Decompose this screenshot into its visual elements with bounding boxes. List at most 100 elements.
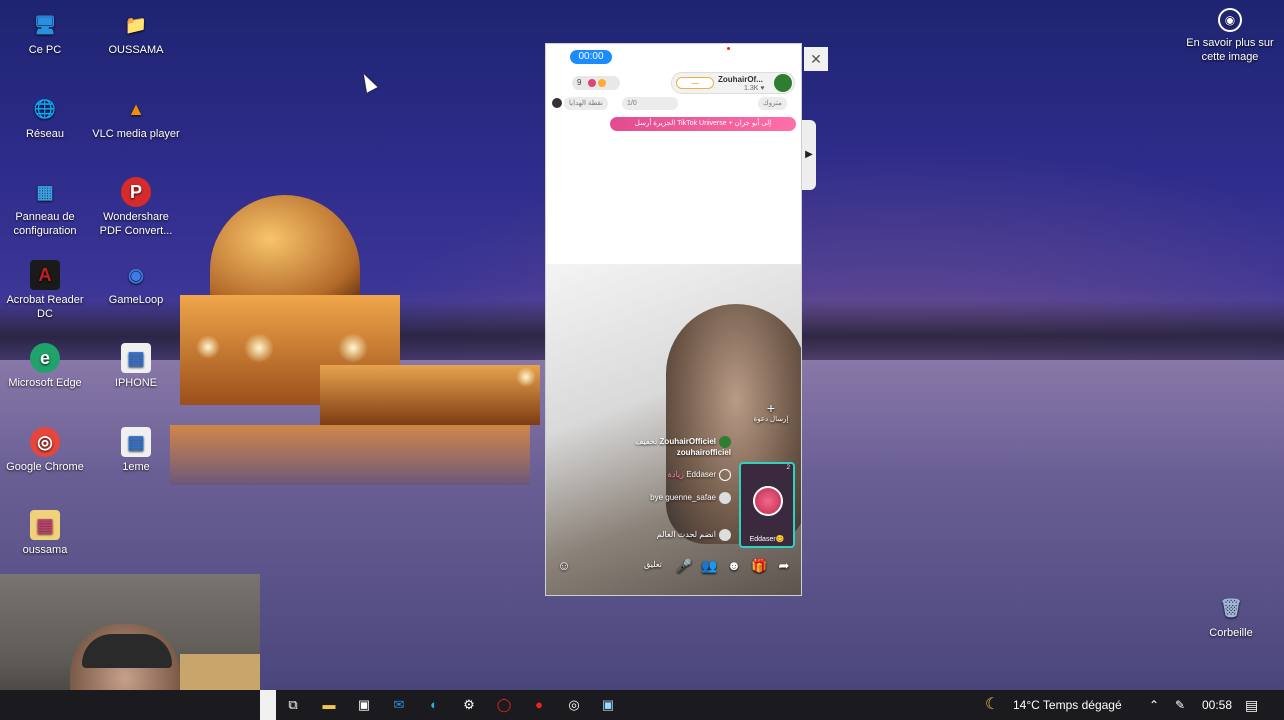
desktop-icon-1eme-file[interactable]: ▤ 1eme [91,427,181,474]
desktop-icon-label: Acrobat Reader DC [6,294,84,320]
desktop-icon-oussama-file[interactable]: ▤ oussama [0,510,90,557]
gift-banner[interactable]: الجزيرة أرسل TikTok Universe + إلى أبو ج… [610,117,796,131]
heart-icon [719,469,731,481]
opera-icon[interactable]: ● [529,695,549,715]
folder-icon: 📁 [124,15,148,35]
guest-avatar [753,486,783,516]
gift-points-row: نقطة الهدايا 1/0 متروك [552,97,797,111]
gift-points-pill[interactable]: نقطة الهدايا [564,97,608,110]
task-view-icon[interactable]: ⧉ [283,695,303,715]
desktop-icon-corbeille[interactable]: 🗑 Corbeille [1186,593,1276,640]
lamp-light [516,367,536,387]
desktop-icon-label: oussama [22,544,68,556]
desktop-icon-oussama-folder[interactable]: 📁 OUSSAMA [91,10,181,57]
clock-time[interactable]: 00:58 [1202,690,1232,720]
comment-text: زيادة [667,470,684,480]
desktop-icon-reseau[interactable]: 🌐 Réseau [0,94,90,141]
close-window-button[interactable]: ✕ [804,47,828,71]
desktop-icon-label: GameLoop [108,294,164,306]
goal-progress-pill[interactable]: 1/0 [622,97,678,110]
desktop-icon-label: Google Chrome [6,461,84,473]
desktop-icon-vlc[interactable]: ▲ VLC media player [91,94,181,141]
comment-username: Eddaser [686,470,716,480]
desktop-icon-panneau-configuration[interactable]: ▦ Panneau de configuration [0,177,90,238]
bing-image-label: En savoir plus sur cette image [1186,37,1274,63]
share-icon[interactable]: ➦ [776,558,792,574]
edge-icon: e [30,343,60,373]
desktop-icon-iphone-file[interactable]: ▤ IPHONE [91,343,181,390]
desktop-icon-google-chrome[interactable]: ◎ Google Chrome [0,427,90,474]
desktop-icon-ce-pc[interactable]: 🖥 Ce PC [0,10,90,57]
edge-taskbar-icon[interactable]: ◐ [424,695,444,715]
ranking-pill[interactable]: متروك [758,97,787,110]
live-bottom-bar: ☺ تعليق 🎤 👥 ☻ 🎁 ➦ [546,552,801,580]
viewer-avatar [587,78,596,87]
temple-reflection [170,425,530,485]
tiktok-live-window[interactable]: 00:00 9 — ZouhairOf... 1.3K ♥ نقطة الهدا… [545,43,802,596]
desktop-icon-wondershare-pdf[interactable]: P Wondershare PDF Convert... [91,177,181,238]
microphone-icon[interactable]: 🎤 [676,558,692,574]
chrome-icon: ◎ [30,427,60,457]
desktop-icon-label: VLC media player [92,128,180,140]
desktop-icon-label: Réseau [26,128,64,140]
recording-dot-icon [727,47,730,50]
taskbar: ⧉ ▬ ▣ ✉ ◐ ⚙ ◯ ● ◎ ▣ ☾ 14°C Temps dégagé … [0,690,1284,720]
follow-chip[interactable]: — [676,77,714,89]
multi-guest-icon[interactable]: 👥 [701,558,717,574]
chat-comment: تخفيف ZouhairOfficiel zouhairofficiel [635,436,731,457]
host-name: ZouhairOf... [718,75,763,84]
side-panel-toggle[interactable]: ▶ [802,120,816,190]
comment-text: تخفيف [635,437,658,447]
chevron-up-icon[interactable]: ⌃ [1149,690,1159,720]
tiktok-live-studio-icon[interactable]: ▣ [598,695,618,715]
desktop-icon-gameloop[interactable]: ◉ GameLoop [91,260,181,307]
obs-icon[interactable]: ◎ [564,695,584,715]
emoji-icon[interactable]: ☺ [556,558,572,574]
bing-image-info[interactable]: ◉ En savoir plus sur cette image [1180,8,1280,64]
effects-icon[interactable]: ☻ [726,558,742,574]
live-timer: 00:00 [570,50,612,64]
host-card[interactable]: — ZouhairOf... 1.3K ♥ [671,72,795,94]
weather-text[interactable]: 14°C Temps dégagé [1013,690,1122,720]
network-icon: 🌐 [33,99,57,119]
opera-gx-icon[interactable]: ◯ [494,695,514,715]
invite-button[interactable]: + إرسال دعوة [751,401,791,423]
invite-label: إرسال دعوة [753,416,789,423]
comment-input[interactable]: تعليق [644,560,662,569]
comment-text: bye [650,493,664,503]
taskbar-search-edge[interactable] [260,690,276,720]
desktop-icon-label: Ce PC [28,44,62,56]
chat-comment: زيادة Eddaser [668,469,731,481]
viewer-count[interactable]: 9 [572,76,620,90]
file-explorer-icon[interactable]: ▬ [319,695,339,715]
pen-icon[interactable]: ✎ [1175,690,1185,720]
viewer-count-value: 9 [577,78,582,87]
recycle-bin-icon: 🗑 [1219,598,1243,618]
camera-icon: ◉ [1218,8,1242,32]
guest-video-tile[interactable]: 2 Eddaser😊 [739,462,795,548]
outlook-icon[interactable]: ✉ [389,695,409,715]
store-icon[interactable]: ▣ [354,695,374,715]
document-icon: ▤ [121,343,151,373]
archive-icon: ▤ [30,510,60,540]
desktop-icon-microsoft-edge[interactable]: e Microsoft Edge [0,343,90,390]
comment-handle: zouhairofficiel [676,448,731,457]
desktop-icon-acrobat-reader[interactable]: A Acrobat Reader DC [0,260,90,321]
host-avatar[interactable] [774,74,792,92]
comment-avatar [719,492,731,504]
wallpaper-temple [160,195,540,485]
desktop-icon-label: Wondershare PDF Convert... [99,211,173,237]
gift-user-avatar [552,98,562,108]
notification-icon[interactable]: ▤ [1245,690,1258,720]
settings-gear-icon[interactable]: ⚙ [459,695,479,715]
pdf-converter-icon: P [121,177,151,207]
chat-comment: bye guenne_safae [650,492,731,504]
vlc-cone-icon: ▲ [127,99,145,119]
desktop-icon-label: 1eme [122,461,150,473]
lamp-light [338,333,368,363]
document-icon: ▤ [121,427,151,457]
lamp-light [196,335,220,359]
gift-icon[interactable]: 🎁 [751,558,767,574]
comment-avatar [719,529,731,541]
control-panel-icon: ▦ [36,182,54,202]
